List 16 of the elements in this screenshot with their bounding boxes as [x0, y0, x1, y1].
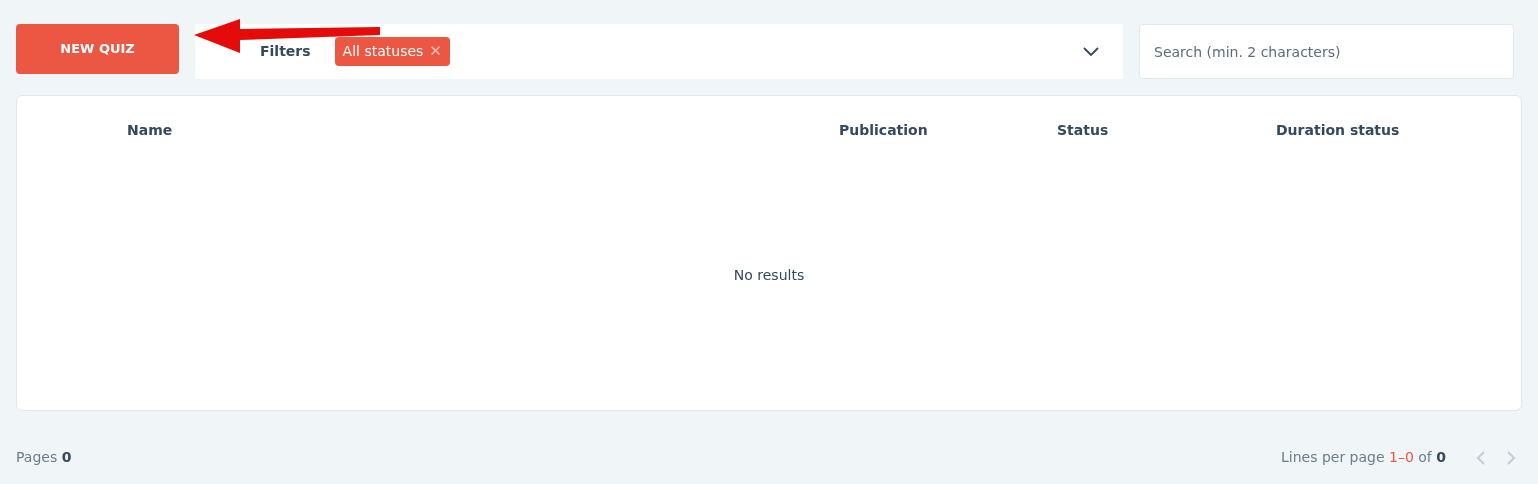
column-header: Name [127, 121, 174, 140]
status-filter-chip[interactable]: All statuses ✕ [334, 37, 450, 66]
filter-dropdown[interactable]: Filters All statuses ✕ [195, 24, 1123, 79]
column-header: Status [1057, 121, 1110, 140]
new-quiz-button[interactable]: NEW QUIZ [16, 24, 179, 74]
lines-per-page-text: Lines per page 1–0 of 0 [1280, 448, 1446, 467]
empty-message: No results [733, 266, 805, 285]
pages-count: Pages 0 [16, 448, 72, 467]
chevron-left-icon [1476, 451, 1486, 465]
chevron-down-icon[interactable] [1083, 46, 1099, 57]
chevron-right-icon [1506, 451, 1516, 465]
filters-label: Filters [260, 42, 311, 61]
search-field[interactable]: Search (min. 2 characters) [1139, 24, 1514, 79]
column-header: Publication [839, 121, 929, 140]
column-header: Duration status [1276, 121, 1401, 140]
remove-chip-button[interactable]: ✕ [423, 44, 442, 59]
